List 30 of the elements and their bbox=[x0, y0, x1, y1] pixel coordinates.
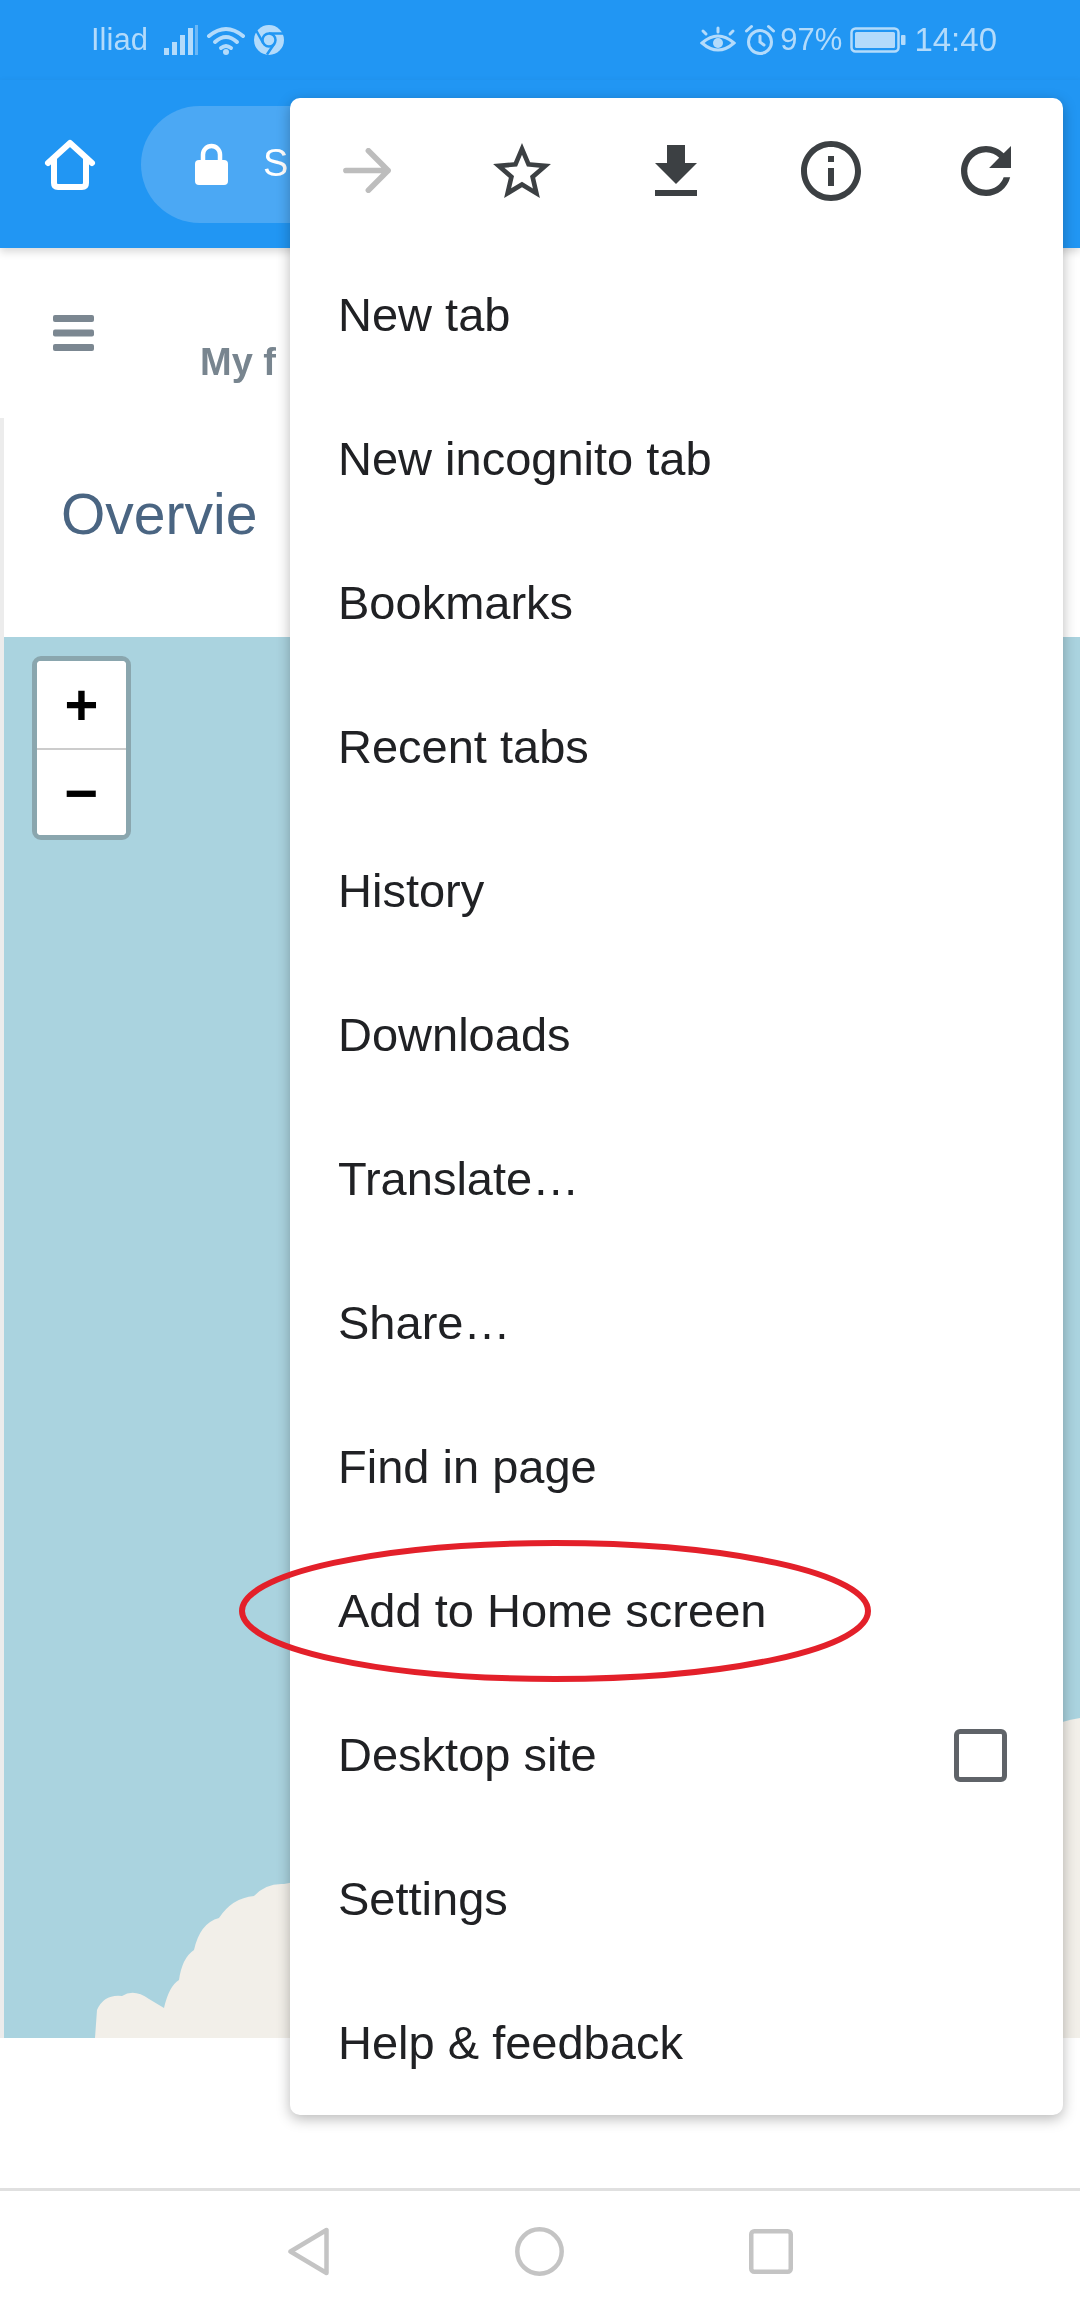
battery-percent: 97% bbox=[780, 21, 843, 59]
menu-item[interactable]: History bbox=[290, 819, 1063, 963]
battery-icon bbox=[850, 27, 907, 53]
checkbox[interactable] bbox=[954, 1728, 1007, 1782]
home-icon[interactable] bbox=[44, 137, 96, 191]
menu-item[interactable]: Help & feedback bbox=[290, 1971, 1063, 2115]
menu-item[interactable]: Translate… bbox=[290, 1107, 1063, 1251]
url-text: S bbox=[263, 141, 289, 187]
menu-item[interactable]: Downloads bbox=[290, 963, 1063, 1107]
lock-icon bbox=[195, 143, 228, 185]
menu-item[interactable]: Share… bbox=[290, 1251, 1063, 1395]
zoom-out-button[interactable]: − bbox=[37, 748, 126, 835]
menu-item[interactable]: Settings bbox=[290, 1827, 1063, 1971]
site-title: My f bbox=[200, 340, 276, 385]
menu-item[interactable]: Add to Home screen bbox=[290, 1539, 1063, 1683]
browser-logo-icon bbox=[253, 25, 284, 55]
wifi-icon bbox=[205, 25, 246, 55]
clock-time: 14:40 bbox=[914, 20, 997, 60]
signal-icon bbox=[163, 25, 198, 55]
alarm-clock-icon bbox=[744, 24, 777, 56]
page-heading: Overvie bbox=[61, 481, 258, 548]
menu-item[interactable]: New tab bbox=[290, 243, 1063, 387]
carrier-name: Iliad bbox=[91, 21, 148, 59]
menu-item[interactable]: Desktop site bbox=[290, 1683, 1063, 1827]
menu-icon[interactable] bbox=[53, 315, 94, 351]
eye-icon bbox=[700, 26, 737, 54]
menu-item[interactable]: Bookmarks bbox=[290, 531, 1063, 675]
menu-item[interactable]: New incognito tab bbox=[290, 387, 1063, 531]
menu-item[interactable]: Find in page bbox=[290, 1395, 1063, 1539]
menu-item[interactable]: Recent tabs bbox=[290, 675, 1063, 819]
